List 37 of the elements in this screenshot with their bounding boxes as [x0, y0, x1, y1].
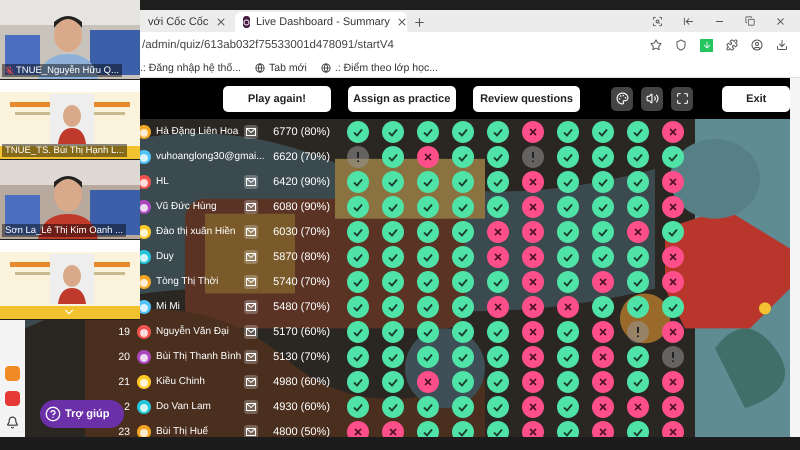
globe-icon [255, 62, 265, 72]
screen-search-icon[interactable] [652, 16, 663, 26]
restore-icon[interactable] [745, 16, 755, 26]
new-tab-icon[interactable] [413, 16, 426, 29]
exit-button[interactable]: Exit [722, 86, 790, 112]
palette-button[interactable] [611, 86, 634, 110]
bookmark-link[interactable]: .: Đăng nhập hệ thố... [140, 62, 241, 74]
bookmark-link[interactable]: Tab mới [255, 62, 307, 74]
browser-tab[interactable]: Live Dashboard - Summary [235, 12, 407, 32]
globe-icon [320, 62, 331, 72]
fullscreen-icon [676, 92, 689, 105]
volume-button[interactable] [641, 86, 664, 110]
fullscreen-button[interactable] [671, 86, 694, 110]
participant-name: TNUE_Nguyễn Hữu Q... [2, 64, 122, 77]
tab-title: Live Dashboard - Summary [256, 16, 390, 28]
app-icon[interactable] [5, 391, 20, 406]
browser-tab[interactable]: với Cốc Cốc [140, 12, 235, 32]
tab-title: với Cốc Cốc [148, 16, 208, 28]
bookmark-link[interactable]: .: Điểm theo lớp học... [320, 62, 438, 74]
close-icon[interactable] [396, 16, 408, 28]
profile-icon[interactable] [751, 39, 763, 51]
back-to-line-icon[interactable] [683, 16, 694, 26]
puzzle-icon[interactable] [726, 39, 738, 51]
toolbar-button[interactable]: Assign as practice [348, 86, 456, 112]
close-icon[interactable] [775, 16, 786, 26]
toolbar-button[interactable]: Play again! [223, 86, 331, 112]
bell-icon[interactable] [6, 416, 19, 429]
volume-icon [646, 92, 659, 105]
app-logo-icon [243, 16, 250, 28]
address-field[interactable]: /admin/quiz/613ab032f75533001d478091/startV4 [142, 39, 394, 51]
download-icon[interactable] [776, 39, 788, 51]
close-icon[interactable] [215, 16, 227, 28]
toolbar-button[interactable]: Review questions [472, 86, 580, 112]
palette-icon [616, 92, 629, 105]
shield-icon[interactable] [675, 39, 687, 51]
star-icon[interactable] [650, 39, 662, 51]
scrollbar[interactable] [790, 78, 800, 437]
